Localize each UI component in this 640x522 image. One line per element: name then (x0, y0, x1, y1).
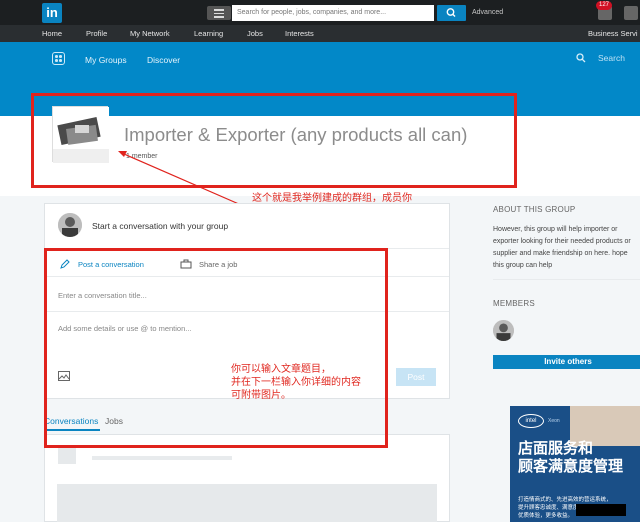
post-button[interactable]: Post (396, 368, 436, 386)
member-avatar[interactable] (493, 320, 514, 341)
intel-sub-brand: Xeon (548, 418, 560, 424)
start-conversation-text[interactable]: Start a conversation with your group (92, 221, 228, 231)
about-text: However, this group will help importer o… (493, 226, 631, 269)
highlight-box-composer (44, 248, 388, 448)
feed-avatar-placeholder (58, 446, 76, 464)
ad-headline: 店面服务和 顾客满意度管理 (518, 440, 624, 475)
avatar (58, 213, 82, 237)
members-heading: MEMBERS (493, 299, 535, 308)
invite-others-button[interactable]: Invite others (493, 355, 640, 369)
redaction-bar (576, 504, 626, 516)
intel-logo: intel (518, 414, 544, 428)
about-heading: ABOUT THIS GROUP (493, 205, 576, 214)
feed-content-placeholder (57, 484, 437, 522)
